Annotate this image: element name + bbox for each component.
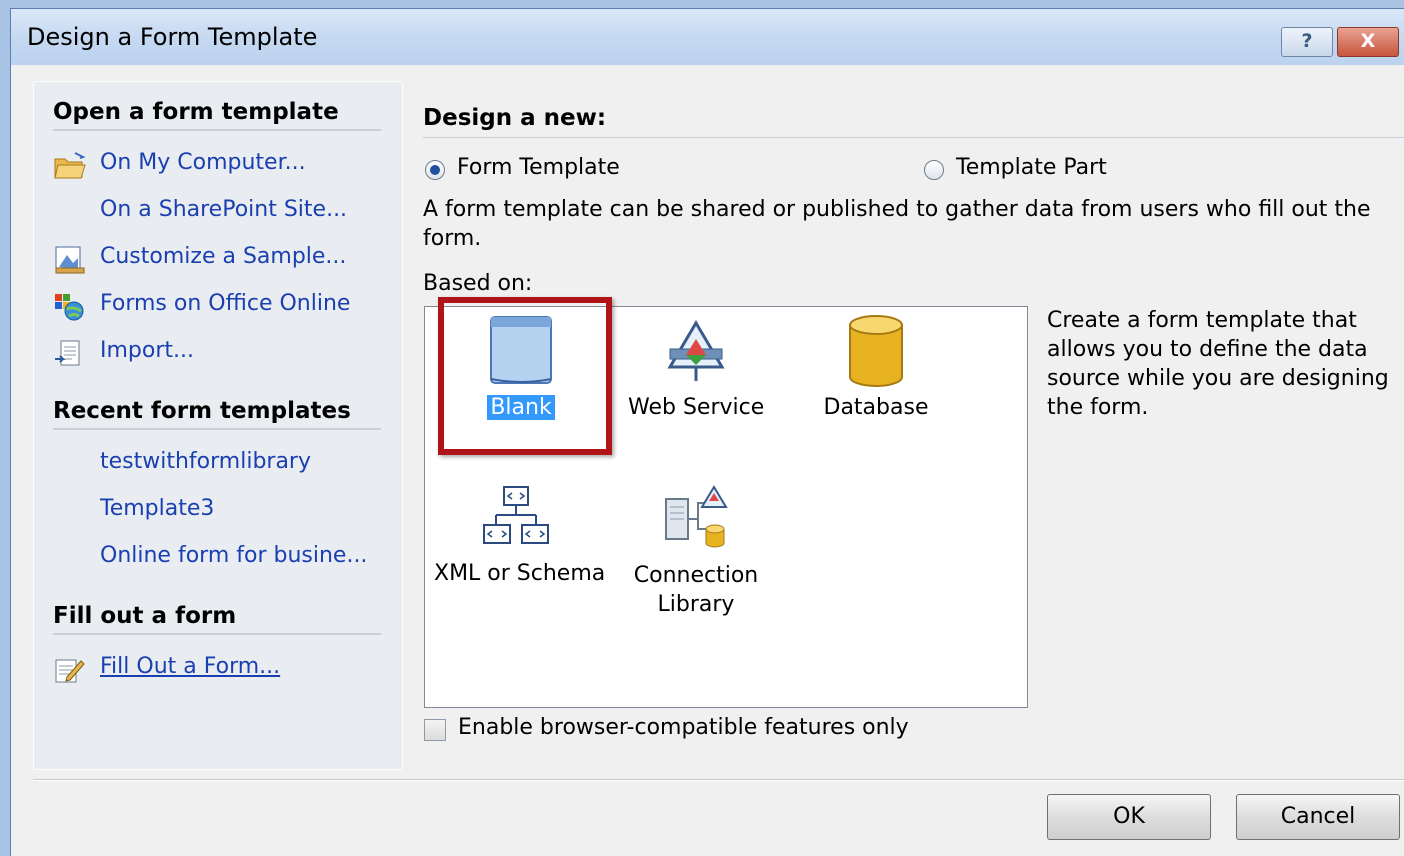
recent-item-testwithformlibrary[interactable]: testwithformlibrary xyxy=(100,449,311,474)
fill-section-heading: Fill out a form xyxy=(53,603,381,635)
web-service-icon xyxy=(667,320,725,381)
gallery-item-web-service[interactable]: Web Service xyxy=(625,319,767,420)
help-button[interactable]: ? xyxy=(1281,27,1333,57)
ok-button[interactable]: OK xyxy=(1047,794,1211,840)
recent-item-online-form[interactable]: Online form for busine... xyxy=(100,543,367,568)
template-gallery: Blank Web Service Database XML or Schema… xyxy=(424,297,1028,708)
customize-sample-link[interactable]: Customize a Sample... xyxy=(100,244,346,269)
fill-out-form-icon xyxy=(55,659,85,683)
design-description: A form template can be shared or publish… xyxy=(423,197,1371,251)
footer-divider xyxy=(33,779,1404,781)
database-label: Database xyxy=(823,395,929,420)
sample-form-icon xyxy=(55,246,85,274)
dialog-title: Design a Form Template xyxy=(27,23,318,51)
office-online-globe-icon xyxy=(55,294,84,321)
recent-section-heading: Recent form templates xyxy=(53,398,381,430)
browser-compatible-checkbox[interactable] xyxy=(424,719,446,741)
title-bar: Design a Form Template ? X xyxy=(11,9,1404,65)
selection-description: Create a form template that allows you t… xyxy=(1047,308,1389,420)
open-folder-icon xyxy=(54,152,86,179)
form-template-radio[interactable] xyxy=(425,160,445,180)
design-form-template-dialog: Design a Form Template ? X Open a form t… xyxy=(10,8,1404,856)
template-part-radio-label[interactable]: Template Part xyxy=(956,155,1107,180)
based-on-label: Based on: xyxy=(423,271,533,296)
xml-schema-label: XML or Schema xyxy=(434,561,606,586)
task-pane: Open a form template On My Computer... O… xyxy=(33,81,403,770)
connection-library-icon xyxy=(665,485,728,548)
cancel-button[interactable]: Cancel xyxy=(1236,794,1400,840)
gallery-item-connection-library[interactable]: Connection Library xyxy=(625,483,767,619)
recent-item-template3[interactable]: Template3 xyxy=(100,496,214,521)
web-service-label: Web Service xyxy=(628,395,765,420)
fill-out-form-link[interactable]: Fill Out a Form... xyxy=(100,654,280,679)
gallery-item-xml-schema[interactable]: XML or Schema xyxy=(431,483,605,586)
template-part-radio[interactable] xyxy=(924,160,944,180)
forms-on-office-online-link[interactable]: Forms on Office Online xyxy=(100,291,350,316)
on-my-computer-link[interactable]: On My Computer... xyxy=(100,150,306,175)
radio-selected-dot xyxy=(430,165,440,175)
connection-library-label: Connection Library xyxy=(633,563,759,617)
import-icon xyxy=(55,340,80,366)
database-cylinder-icon xyxy=(849,315,903,387)
import-link[interactable]: Import... xyxy=(100,338,194,363)
open-section-heading: Open a form template xyxy=(53,99,381,131)
form-template-radio-label[interactable]: Form Template xyxy=(457,155,620,180)
close-button[interactable]: X xyxy=(1337,27,1399,57)
on-sharepoint-site-link[interactable]: On a SharePoint Site... xyxy=(100,197,347,222)
xml-schema-icon xyxy=(483,486,549,544)
design-new-heading: Design a new: xyxy=(423,105,1404,138)
gallery-item-database[interactable]: Database xyxy=(817,313,935,420)
highlight-box xyxy=(438,297,612,455)
browser-compatible-label[interactable]: Enable browser-compatible features only xyxy=(458,715,909,740)
